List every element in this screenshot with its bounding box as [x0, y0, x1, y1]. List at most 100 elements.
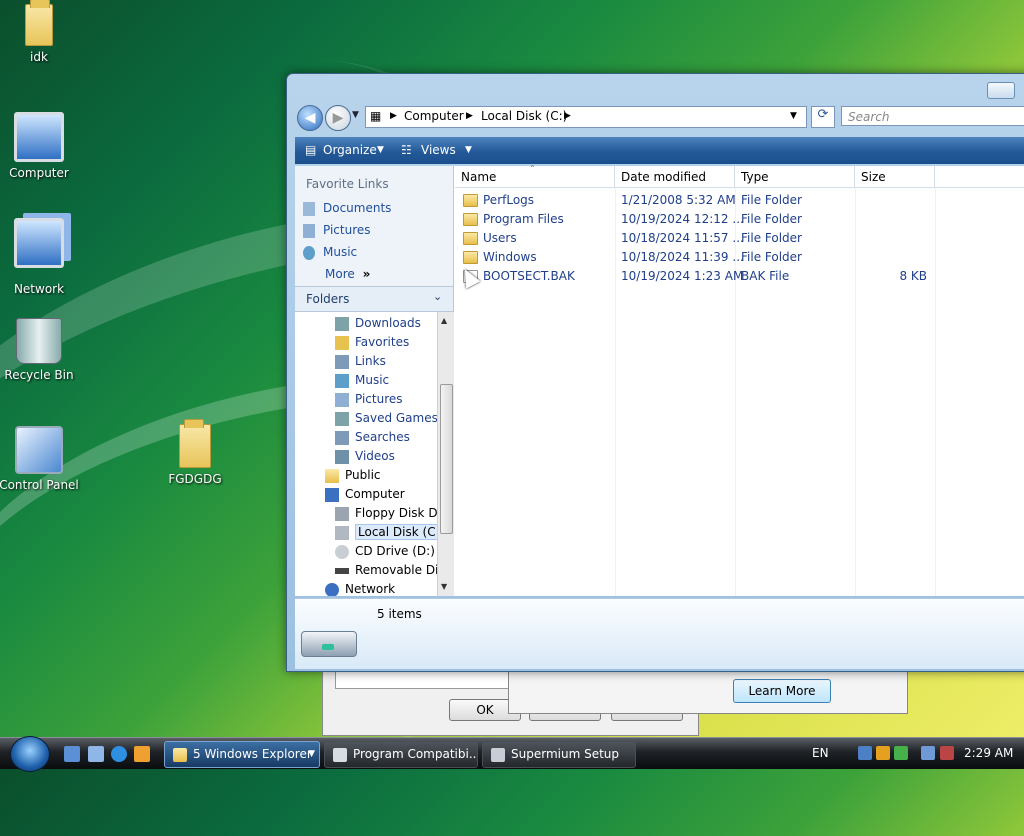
favorite-link-music[interactable]: Music: [303, 245, 357, 260]
search-input[interactable]: Search: [841, 106, 1024, 126]
taskbar-button-supermium-setup[interactable]: Supermium Setup: [482, 741, 636, 768]
scroll-up-icon[interactable]: ▲: [441, 316, 447, 325]
desktop-icon-fgdgdg[interactable]: FGDGDG: [155, 419, 235, 486]
table-row[interactable]: Users 10/18/2024 11:57 ... File Folder: [455, 229, 1024, 248]
tree-item-computer[interactable]: Computer: [325, 487, 405, 502]
sort-ascending-icon: ⌃: [529, 164, 536, 173]
table-row[interactable]: Program Files 10/19/2024 12:12 ... File …: [455, 210, 1024, 229]
views-button[interactable]: Views: [421, 143, 456, 157]
tree-item-network[interactable]: Network: [325, 582, 395, 596]
table-row[interactable]: BOOTSECT.BAK 10/19/2024 1:23 AM BAK File…: [455, 267, 1024, 286]
tree-item-videos[interactable]: Videos: [335, 449, 395, 464]
start-button[interactable]: [10, 736, 50, 772]
pictures-icon: [335, 392, 349, 407]
column-header-size[interactable]: Size: [855, 166, 935, 188]
file-name: Users: [483, 231, 517, 245]
tree-item-cd-drive[interactable]: CD Drive (D:): [335, 544, 435, 559]
links-icon: [335, 354, 349, 369]
favorite-link-pictures[interactable]: Pictures: [303, 223, 371, 238]
tree-scrollbar[interactable]: ▲ ▼: [437, 312, 454, 596]
documents-icon: [303, 201, 315, 216]
table-row[interactable]: PerfLogs 1/21/2008 5:32 AM File Folder: [455, 191, 1024, 210]
forward-button[interactable]: ▶: [325, 105, 351, 131]
chevron-down-icon[interactable]: ▼: [465, 145, 472, 155]
folder-icon: [25, 0, 53, 46]
tree-item-downloads[interactable]: Downloads: [335, 316, 421, 331]
chevron-right-icon[interactable]: ▶: [564, 111, 571, 121]
table-row[interactable]: Windows 10/18/2024 11:39 ... File Folder: [455, 248, 1024, 267]
favorite-link-label: Pictures: [323, 223, 371, 237]
taskbar: 5 Windows Explorer ▼ Program Compatibi...…: [0, 736, 1024, 772]
internet-explorer-icon[interactable]: [111, 746, 127, 762]
chevron-right-icon[interactable]: ▶: [466, 111, 473, 121]
folder-tree: Downloads Favorites Links Music Pictures…: [295, 312, 437, 596]
file-name: Program Files: [483, 212, 564, 226]
back-button[interactable]: ◀: [297, 105, 323, 131]
more-links-button[interactable]: More »: [325, 267, 370, 281]
organize-button[interactable]: Organize: [323, 143, 377, 157]
minimize-button[interactable]: [987, 82, 1015, 99]
connection-icon[interactable]: [921, 746, 935, 760]
address-dropdown-icon[interactable]: ▼: [790, 111, 797, 121]
tree-item-links[interactable]: Links: [335, 354, 386, 369]
tree-item-searches[interactable]: Searches: [335, 430, 410, 445]
scrollbar-thumb[interactable]: [440, 384, 453, 534]
desktop-icon-network[interactable]: Network: [0, 218, 79, 296]
favorite-link-documents[interactable]: Documents: [303, 201, 391, 216]
tree-item-pictures[interactable]: Pictures: [335, 392, 403, 407]
chevron-down-icon[interactable]: ▼: [377, 145, 384, 155]
desktop-icon-idk[interactable]: idk: [0, 0, 79, 64]
tree-item-removable[interactable]: Removable Dis: [335, 563, 437, 577]
favorites-icon: [335, 335, 349, 350]
tree-item-public[interactable]: Public: [325, 468, 381, 483]
switch-windows-icon[interactable]: [88, 746, 104, 762]
saved-games-icon: [335, 411, 349, 426]
refresh-button[interactable]: ⟳: [811, 106, 835, 128]
item-count: 5 items: [377, 607, 422, 621]
local-disk-icon: [335, 525, 349, 540]
taskbar-button-explorer[interactable]: 5 Windows Explorer ▼: [164, 741, 320, 768]
recycle-bin-icon: [16, 318, 62, 364]
column-header-empty: [935, 166, 1024, 188]
details-pane: 5 items: [295, 598, 1024, 669]
computer-icon: [14, 112, 64, 162]
safely-remove-icon[interactable]: [894, 746, 908, 760]
taskbar-button-program-compatibility[interactable]: Program Compatibi...: [324, 741, 478, 768]
folder-icon: [325, 468, 339, 483]
clock[interactable]: 2:29 AM: [964, 746, 1013, 760]
folder-icon: [179, 419, 211, 468]
breadcrumb-local-disk[interactable]: Local Disk (C:): [481, 109, 567, 123]
setup-icon: [491, 747, 505, 762]
language-indicator[interactable]: EN: [812, 746, 829, 760]
network-tray-icon[interactable]: [858, 746, 872, 760]
taskbar-button-label: 5 Windows Explorer: [193, 747, 312, 761]
breadcrumb-computer[interactable]: Computer: [404, 109, 464, 123]
network-icon: [325, 582, 339, 596]
tree-item-local-disk[interactable]: Local Disk (C:): [335, 524, 437, 540]
desktop-icon-label: FGDGDG: [168, 472, 222, 486]
file-type: File Folder: [741, 193, 802, 207]
file-date: 10/18/2024 11:57 ...: [621, 231, 744, 245]
tree-item-floppy[interactable]: Floppy Disk Dr: [335, 506, 437, 521]
chevron-right-icon[interactable]: ▶: [390, 111, 397, 121]
tree-item-music[interactable]: Music: [335, 373, 389, 388]
desktop-icon-recycle-bin[interactable]: Recycle Bin: [0, 318, 79, 382]
file-type: File Folder: [741, 250, 802, 264]
desktop-icon-control-panel[interactable]: Control Panel: [0, 426, 79, 492]
recent-pages-dropdown[interactable]: ▼: [352, 110, 359, 120]
tree-item-saved-games[interactable]: Saved Games: [335, 411, 437, 426]
address-bar[interactable]: ▦ ▶ Computer ▶ Local Disk (C:) ▶ ▼: [365, 106, 807, 128]
desktop-icon-computer[interactable]: Computer: [0, 112, 79, 180]
volume-muted-icon[interactable]: [940, 746, 954, 760]
explorer-content: Favorite Links Documents Pictures Music …: [295, 164, 1024, 596]
folders-header[interactable]: Folders ⌄: [295, 286, 453, 312]
security-shield-icon[interactable]: [876, 746, 890, 760]
show-desktop-icon[interactable]: [64, 746, 80, 762]
desktop-icon-label: Control Panel: [0, 478, 79, 492]
tree-item-favorites[interactable]: Favorites: [335, 335, 409, 350]
learn-more-button[interactable]: Learn More: [733, 679, 831, 703]
column-header-type[interactable]: Type: [735, 166, 855, 188]
media-player-icon[interactable]: [134, 746, 150, 762]
scroll-down-icon[interactable]: ▼: [441, 582, 447, 591]
column-header-date[interactable]: Date modified: [615, 166, 735, 188]
